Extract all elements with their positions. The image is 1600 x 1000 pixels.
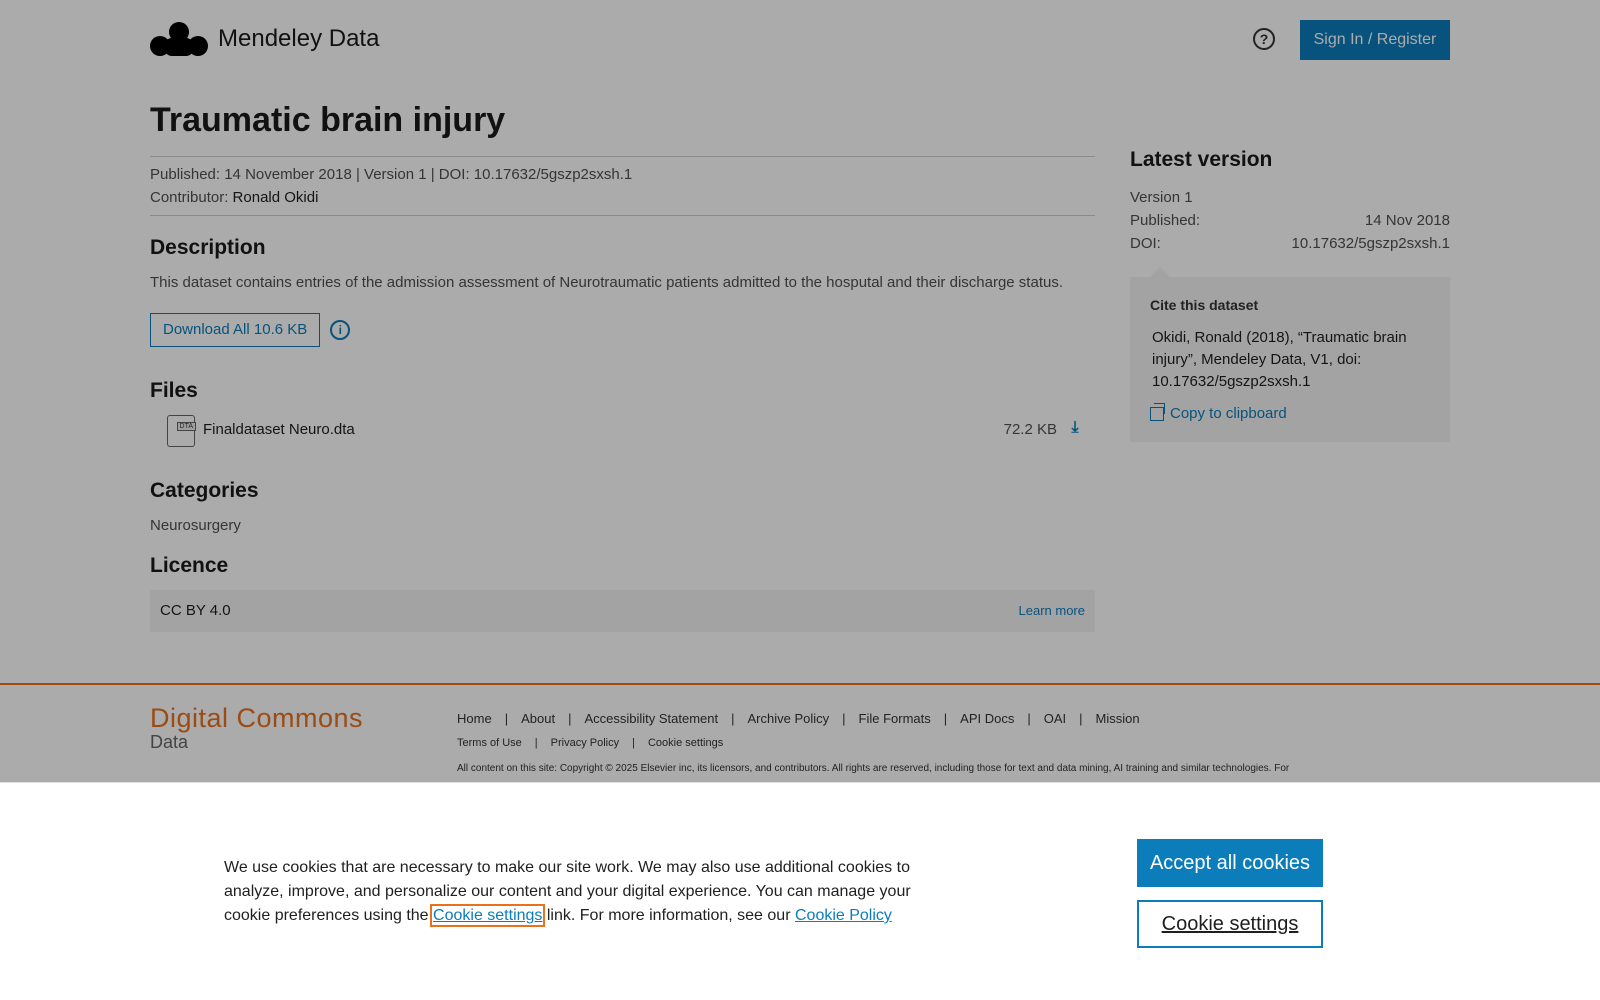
cookie-settings-button[interactable]: Cookie settings [1137,900,1323,948]
accept-all-cookies-button[interactable]: Accept all cookies [1137,839,1323,887]
modal-overlay [0,0,1600,782]
cookie-text-middle: link. For more information, see our [546,907,791,924]
cookie-banner-text: We use cookies that are necessary to mak… [224,856,944,928]
cookie-policy-link[interactable]: Cookie Policy [795,907,892,924]
cookie-banner: We use cookies that are necessary to mak… [0,782,1600,1000]
cookie-settings-link[interactable]: Cookie settings [430,904,546,927]
